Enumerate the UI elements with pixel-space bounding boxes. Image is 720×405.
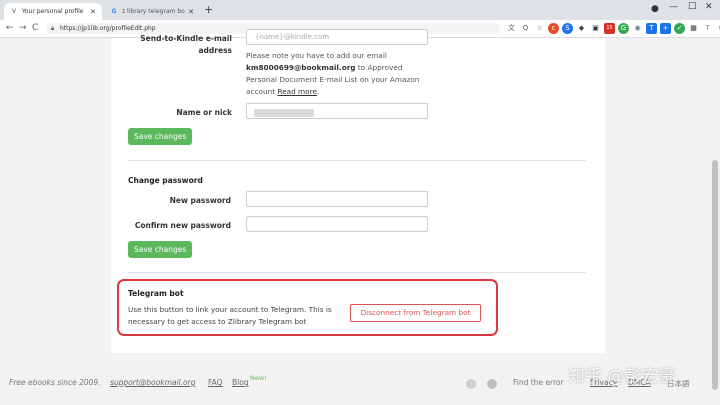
find-error-link[interactable]: Find the error [513, 378, 564, 387]
profile-dot-icon[interactable]: ● [651, 4, 659, 14]
save-changes-button[interactable]: Save changes [128, 128, 193, 145]
c-icon[interactable]: c [548, 23, 559, 34]
ext-icon[interactable]: ◆ [576, 23, 587, 34]
t2-icon[interactable]: T [702, 23, 713, 34]
google-favicon-icon: G [111, 8, 117, 15]
telegram-description: Use this button to link your account to … [128, 305, 332, 326]
t-icon[interactable]: T [646, 23, 657, 34]
section-divider [128, 160, 586, 161]
close-window-button[interactable]: ✕ [705, 2, 713, 12]
telegram-icon[interactable] [487, 379, 497, 389]
new-password-label: New password [169, 196, 231, 205]
check-icon[interactable]: ✓ [674, 23, 685, 34]
maximize-button[interactable]: □ [688, 1, 697, 11]
footer-tagline: Free ebooks since 2009. [9, 378, 101, 387]
kindle-email-input[interactable]: {name}@kindle.com [246, 29, 428, 45]
star-icon[interactable]: ☆ [534, 23, 545, 34]
faq-link[interactable]: FAQ [208, 378, 223, 387]
watermark: 知乎 @彭宏豪 [568, 367, 676, 387]
blog-link[interactable]: Blog [232, 378, 249, 387]
tab-title: z library telegram bot daily cl... [122, 8, 185, 15]
section-divider [128, 272, 586, 273]
s-icon[interactable]: S [562, 23, 573, 34]
forward-button[interactable]: → [19, 23, 27, 33]
change-password-heading: Change password [128, 176, 203, 185]
rss-icon[interactable]: ▣ [590, 23, 601, 34]
confirm-password-label: Confirm new password [134, 221, 231, 230]
note-text: Please note you have to add our email [246, 51, 387, 60]
note-text: . [316, 87, 320, 96]
puzzle-icon[interactable]: ⚙ [716, 23, 720, 34]
new-password-input[interactable] [246, 191, 428, 207]
back-button[interactable]: ← [6, 23, 14, 33]
tab-your-personal-profile[interactable]: V Your personal profile ✕ [4, 3, 102, 20]
nick-label: Name or nick [176, 108, 232, 117]
new-tab-button[interactable]: + [204, 3, 213, 16]
close-tab-icon[interactable]: ✕ [188, 8, 194, 16]
lock-icon: 🔒︎ [51, 25, 55, 32]
new-badge: New! [250, 374, 267, 382]
url-text: https://jp1lib.org/profileEdit.php [60, 25, 156, 32]
g-icon[interactable]: G [618, 23, 629, 34]
ext2-icon[interactable]: ◉ [632, 23, 643, 34]
extension-toolbar: 文 Q ☆ c S ◆ ▣ 15 G ◉ T + ✓ ▦ T ⚙ ● ⋮ [506, 23, 720, 34]
zoom-icon[interactable]: Q [520, 23, 531, 34]
telegram-heading: Telegram bot [128, 289, 184, 298]
minimize-button[interactable]: — [669, 2, 678, 12]
support-email-link[interactable]: support@bookmail.org [110, 378, 195, 387]
translate-icon[interactable]: 文 [506, 23, 517, 34]
reload-button[interactable]: C [32, 23, 38, 33]
close-tab-icon[interactable]: ✕ [90, 8, 96, 16]
nick-blurred-value [254, 109, 314, 117]
kindle-email-label: Send-to-Kindle e-mail address [140, 34, 232, 55]
theme-toggle-icon[interactable] [466, 379, 476, 389]
tab-title: Your personal profile [22, 8, 84, 15]
grid-icon[interactable]: ▦ [688, 23, 699, 34]
scrollbar-thumb[interactable] [712, 160, 718, 390]
mail-badge-icon[interactable]: 15 [604, 23, 615, 34]
disconnect-telegram-button[interactable]: Disconnect from Telegram bot [350, 304, 481, 322]
tab-google-search[interactable]: G z library telegram bot daily cl... ✕ [104, 3, 200, 20]
read-more-link[interactable]: Read more [277, 87, 317, 96]
save-password-button[interactable]: Save changes [128, 241, 193, 258]
note-email: km8000699@bookmail.org [246, 63, 356, 72]
browser-tab-bar: V Your personal profile ✕ G z library te… [0, 0, 720, 20]
plus-icon[interactable]: + [660, 23, 671, 34]
kindle-note: Please note you have to add our email km… [246, 50, 432, 98]
confirm-password-input[interactable] [246, 216, 428, 232]
zlibrary-favicon-icon: V [11, 8, 17, 15]
